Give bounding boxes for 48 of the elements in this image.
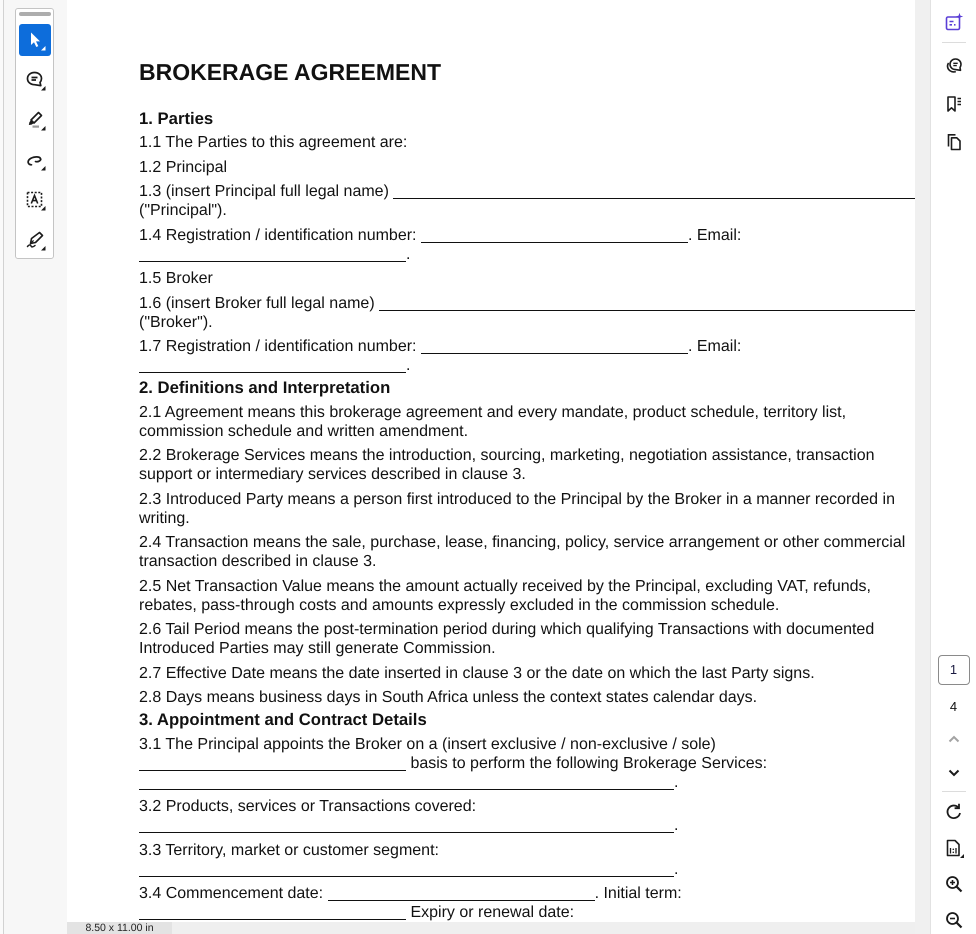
document-title: BROKERAGE AGREEMENT xyxy=(139,58,442,86)
clause-text: 1.6 (insert Broker full legal name) xyxy=(139,294,375,312)
clause-text: . xyxy=(674,860,678,878)
rotate-icon[interactable] xyxy=(944,802,964,822)
page-count: 4 xyxy=(950,699,958,715)
clause-text: 2.1 Agreement means this brokerage agreement and every mandate, product schedule, territory list, commission schedule and written amendment. xyxy=(139,402,848,440)
scrollbar-track[interactable] xyxy=(915,0,930,934)
clause-text: 1.7 Registration / identification number: xyxy=(139,337,416,356)
clause-text: ("Principal"). xyxy=(139,201,227,220)
clause-text: 1.2 Principal xyxy=(139,158,228,176)
clause-text: 3.1 The Principal appoints the Broker on a (insert exclusive / non-exclusive / sole) xyxy=(139,734,716,754)
clause-text: 2.2 Brokerage Services means the introduction, sourcing, marketing, negotiation assistance, transaction support or intermediary services described in clause 3. xyxy=(139,446,876,484)
clause-text: 3.3 Territory, market or customer segment: xyxy=(139,840,439,860)
clause-text: . xyxy=(674,816,678,835)
page-number-field[interactable]: 1 xyxy=(938,655,970,685)
clause-text: . Email: xyxy=(688,226,742,244)
clause-text: 3.2 Products, services or Transactions covered: xyxy=(139,797,476,816)
zoom-out-icon[interactable] xyxy=(944,910,964,930)
clause-text: . xyxy=(406,244,410,264)
clause-text: 2.7 Effective Date means the date inserted in clause 3 or the date on which the last Party signs. xyxy=(139,664,815,682)
clause-text: . xyxy=(406,356,410,375)
zoom-in-icon[interactable] xyxy=(944,874,964,894)
clause-text: 2.4 Transaction means the sale, purchase, lease, financing, policy, service arrangement or other commercial transaction described in clause 3. xyxy=(139,533,906,571)
clause-text: 1.5 Broker xyxy=(139,269,213,288)
page-ratio-icon[interactable] xyxy=(944,838,964,858)
clause-text: . xyxy=(674,772,678,792)
clause-text: ("Broker"). xyxy=(139,312,213,332)
clause-text: 1.1 The Parties to this agreement are: xyxy=(139,133,408,152)
clause-text: basis to perform the following Brokerage Services: xyxy=(409,754,768,772)
page-size-label: 8.50 x 11.00 in xyxy=(67,922,172,934)
speech-bubble-icon xyxy=(24,69,46,91)
clause-text: 1.3 (insert Principal full legal name) xyxy=(139,182,389,201)
drag-handle[interactable] xyxy=(18,12,50,16)
section-heading: 3. Appointment and Contract Details xyxy=(139,710,428,729)
clause-text: 3.4 Commencement date: xyxy=(139,884,324,903)
clause-text: 1.4 Registration / identification number: xyxy=(139,226,416,244)
text-frame-icon xyxy=(24,189,46,211)
clause-text: Expiry or renewal date: xyxy=(409,903,574,922)
clause-text: 2.6 Tail Period means the post-termination period during which qualifying Transactions with documented Introduced Parties may still generate Commission. xyxy=(139,620,876,658)
clause-text: . Initial term: xyxy=(594,884,682,903)
section-heading: 1. Parties xyxy=(139,108,214,128)
clause-text: 2.5 Net Transaction Value means the amount actually received by the Principal, excluding VAT, refunds, rebates, pass-through costs and amounts expressly excluded in the commission schedule. xyxy=(139,576,872,614)
clause-text: . Email: xyxy=(688,337,742,356)
select-tool-button[interactable] xyxy=(18,24,50,56)
section-heading: 2. Definitions and Interpretation xyxy=(139,378,392,397)
sparkle-document-icon[interactable] xyxy=(944,12,964,32)
clause-text: 2.3 Introduced Party means a person first introduced to the Principal by the Broker in a manner recorded in writing. xyxy=(139,490,896,528)
clause-text: 2.8 Days means business days in South Africa unless the context states calendar days. xyxy=(139,688,758,707)
